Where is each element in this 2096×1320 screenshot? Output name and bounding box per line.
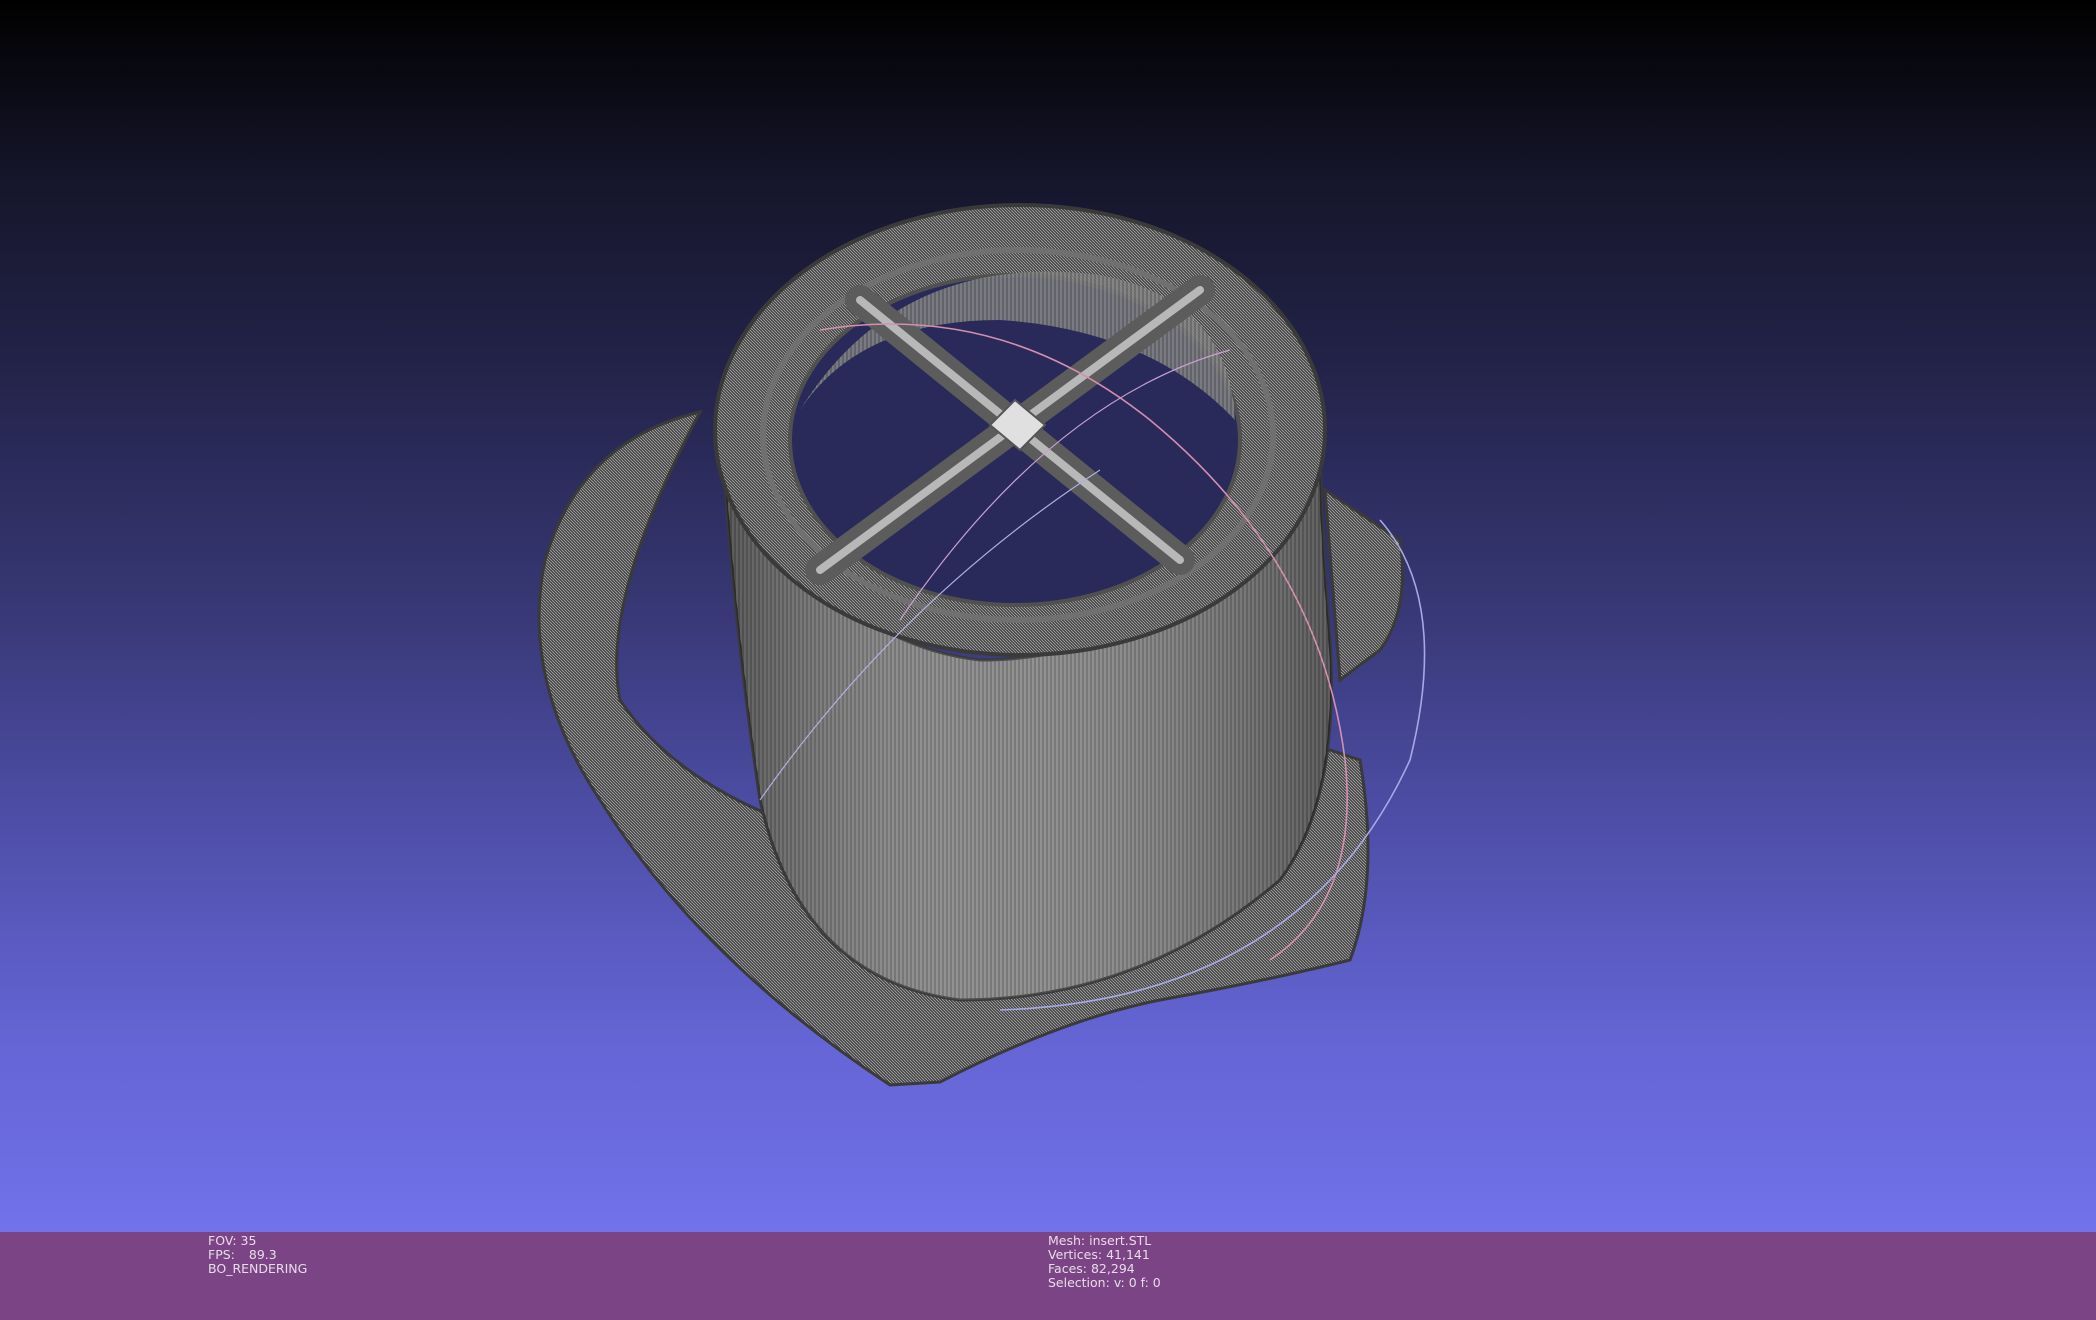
faces-value: 82,294 [1090, 1261, 1135, 1276]
mesh-row: Mesh: insert.STL [1048, 1234, 1161, 1248]
selection-row: Selection: v: 0 f: 0 [1048, 1276, 1161, 1290]
fov-value: 35 [240, 1233, 257, 1248]
fps-label: FPS: [208, 1247, 235, 1262]
mesh-info: Mesh: insert.STL Vertices: 41,141 Faces:… [1048, 1234, 1161, 1290]
mesh-render[interactable] [0, 0, 2096, 1232]
vertices-row: Vertices: 41,141 [1048, 1248, 1161, 1262]
render-info: FOV: 35 FPS: 89.3 BO_RENDERING [208, 1234, 307, 1276]
faces-label: Faces: [1048, 1261, 1087, 1276]
vertices-value: 41,141 [1106, 1247, 1150, 1262]
selection-label: Selection: [1048, 1275, 1110, 1290]
mesh-label: Mesh: [1048, 1233, 1086, 1248]
fov-label: FOV: [208, 1233, 237, 1248]
vertices-label: Vertices: [1048, 1247, 1103, 1262]
fps-value: 89.3 [248, 1247, 277, 1262]
fps-row: FPS: 89.3 [208, 1248, 307, 1262]
status-bar: FOV: 35 FPS: 89.3 BO_RENDERING Mesh: inse… [0, 1232, 2096, 1320]
faces-row: Faces: 82,294 [1048, 1262, 1161, 1276]
selection-value: v: 0 f: 0 [1113, 1275, 1161, 1290]
3d-viewport[interactable] [0, 0, 2096, 1232]
mesh-name: insert.STL [1089, 1233, 1152, 1248]
render-mode: BO_RENDERING [208, 1261, 308, 1276]
fov-row: FOV: 35 [208, 1234, 307, 1248]
